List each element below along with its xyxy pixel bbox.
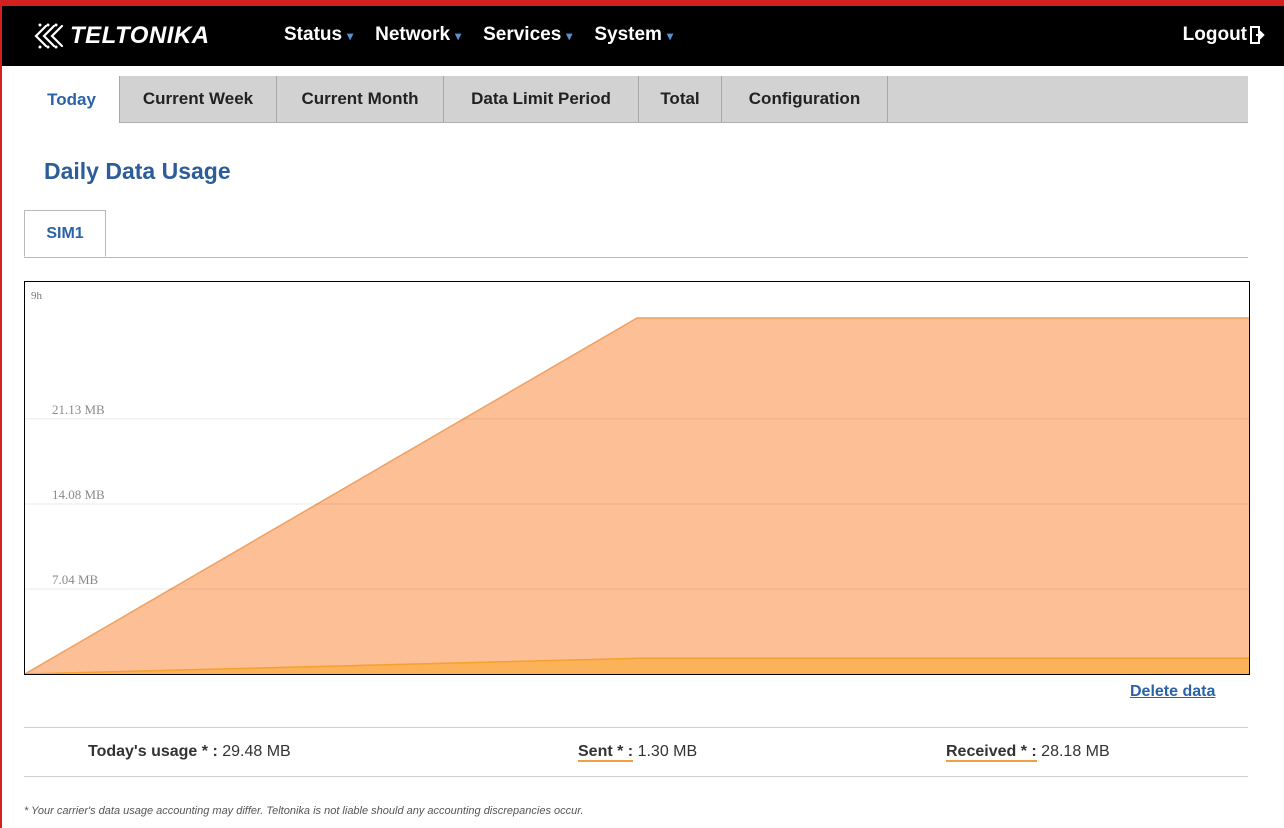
tab-configuration-label: Configuration: [748, 89, 861, 108]
today-usage-label: Today's usage * :: [88, 743, 218, 760]
logout-label: Logout: [1182, 24, 1247, 45]
page-title: Daily Data Usage: [44, 158, 231, 184]
tab-configuration[interactable]: Configuration: [722, 76, 888, 122]
tab-sim1[interactable]: SIM1: [24, 210, 106, 257]
tab-current-week-label: Current Week: [142, 89, 254, 108]
tab-data-limit-period[interactable]: Data Limit Period: [444, 76, 639, 122]
received-stat: Received * : 28.18 MB: [946, 743, 1110, 762]
sent-label: Sent * :: [578, 743, 634, 762]
tab-total-label: Total: [660, 89, 700, 108]
tab-total[interactable]: Total: [639, 76, 722, 122]
y-tick-label: 14.08 MB: [52, 487, 105, 502]
today-usage-stat: Today's usage * : 29.48 MB: [88, 743, 291, 761]
sim-tabs: SIM1: [24, 210, 1248, 258]
nav-system[interactable]: System ▾: [594, 24, 673, 46]
received-value: 28.18 MB: [1041, 743, 1110, 760]
sent-stat: Sent * : 1.30 MB: [578, 743, 698, 762]
tab-current-month-label: Current Month: [301, 89, 419, 108]
nav-network[interactable]: Network ▾: [375, 24, 461, 46]
received-label: Received * :: [946, 743, 1037, 762]
sent-value: 1.30 MB: [637, 743, 698, 760]
today-usage-value: 29.48 MB: [222, 743, 291, 760]
disclaimer-footnote: * Your carrier's data usage accounting m…: [24, 805, 584, 817]
nav-system-label: System: [594, 24, 662, 45]
chevron-down-icon: ▾: [455, 29, 462, 43]
chevron-down-icon: ▾: [566, 29, 573, 43]
tab-today-label: Today: [47, 89, 96, 109]
nav-status[interactable]: Status ▾: [284, 24, 353, 46]
logout-icon: [1250, 26, 1265, 44]
nav-services-label: Services: [483, 24, 562, 45]
logout-button[interactable]: Logout: [1183, 24, 1266, 46]
tab-today[interactable]: Today: [24, 76, 120, 123]
divider: [24, 776, 1248, 777]
usage-chart: 9h 7.04 MB 14.08 MB 21.13 MB: [24, 281, 1250, 675]
delete-data-link[interactable]: Delete data: [1130, 683, 1215, 701]
tab-current-week[interactable]: Current Week: [120, 76, 277, 122]
chevron-down-icon: ▾: [347, 29, 354, 43]
nav-services[interactable]: Services ▾: [483, 24, 572, 46]
usage-chart-svg: 9h 7.04 MB 14.08 MB 21.13 MB: [25, 290, 1249, 674]
x-axis-label: 9h: [31, 290, 43, 302]
series-area-1: [25, 318, 1249, 674]
main-nav: Status ▾ Network ▾ Services ▾ System ▾: [284, 24, 695, 46]
y-tick-label: 7.04 MB: [52, 572, 99, 587]
y-tick-label: 21.13 MB: [52, 402, 105, 417]
top-navbar: TELTONIKA Status ▾ Network ▾ Services ▾ …: [2, 6, 1284, 66]
divider: [24, 727, 1248, 728]
nav-status-label: Status: [284, 24, 343, 45]
teltonika-logo[interactable]: TELTONIKA: [30, 20, 210, 52]
nav-network-label: Network: [375, 24, 451, 45]
tab-data-limit-period-label: Data Limit Period: [471, 89, 611, 108]
tab-current-month[interactable]: Current Month: [277, 76, 444, 122]
brand-name: TELTONIKA: [70, 22, 210, 49]
teltonika-logo-icon: [34, 23, 64, 49]
window-frame-left: [0, 0, 2, 828]
chevron-down-icon: ▾: [666, 29, 673, 43]
usage-period-tabs: Today Current Week Current Month Data Li…: [24, 76, 1248, 123]
